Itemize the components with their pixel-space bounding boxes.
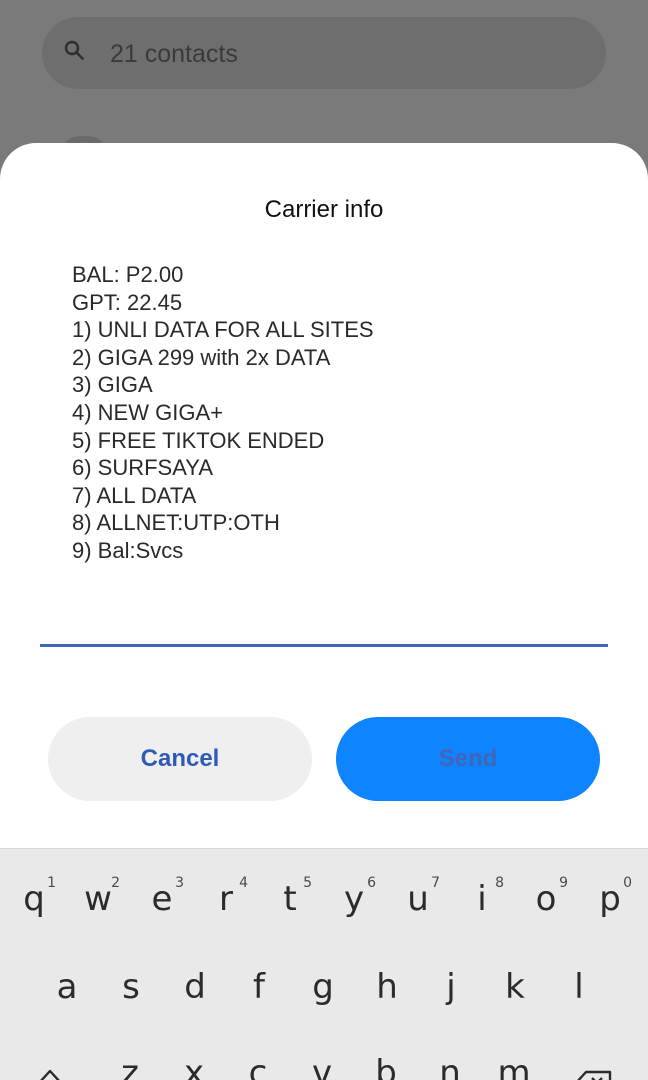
key-label: x — [183, 1053, 205, 1080]
keyboard-row-1: 1q 2w 3e 4r 5t 6y 7u 8i 9o 0p — [0, 857, 648, 937]
backspace-key[interactable] — [562, 1031, 626, 1080]
message-line: 9) Bal:Svcs — [72, 537, 184, 563]
message-line: 3) GIGA — [72, 372, 153, 398]
key-hint: 8 — [495, 875, 504, 891]
message-line: BAL: P2.00 — [72, 262, 184, 287]
key-hint: 9 — [559, 875, 568, 891]
key-label: o — [535, 879, 557, 919]
key-i[interactable]: 8i — [450, 857, 514, 937]
key-h[interactable]: h — [355, 945, 419, 1025]
key-a[interactable]: a — [35, 945, 99, 1025]
key-label: d — [184, 967, 206, 1007]
carrier-message: BAL: P2.00 GPT: 22.45 1) UNLI DATA FOR A… — [72, 261, 592, 565]
message-line: 5) FREE TIKTOK ENDED — [72, 427, 325, 453]
key-z[interactable]: z — [98, 1031, 162, 1080]
key-g[interactable]: g — [291, 945, 355, 1025]
key-j[interactable]: j — [419, 945, 483, 1025]
key-t[interactable]: 5t — [258, 857, 322, 937]
key-label: t — [283, 879, 297, 919]
key-p[interactable]: 0p — [578, 857, 642, 937]
key-u[interactable]: 7u — [386, 857, 450, 937]
key-label: u — [407, 879, 429, 919]
key-label: q — [23, 879, 45, 919]
key-label: e — [151, 879, 173, 919]
key-hint: 0 — [623, 875, 632, 891]
cancel-button[interactable]: Cancel — [48, 717, 312, 801]
message-line: 6) SURFSAYA — [72, 455, 213, 481]
key-s[interactable]: s — [99, 945, 163, 1025]
key-hint: 5 — [303, 875, 312, 891]
search-icon — [64, 40, 84, 60]
key-hint: 7 — [431, 875, 440, 891]
dialog-title: Carrier info — [264, 196, 384, 223]
screen: 21 contacts Carrier info BAL: P2.00 GPT:… — [0, 0, 648, 1080]
key-label: r — [219, 879, 233, 919]
key-label: j — [446, 967, 456, 1007]
key-e[interactable]: 3e — [130, 857, 194, 937]
key-v[interactable]: v — [290, 1031, 354, 1080]
message-line: 2) GIGA 299 with 2x DATA — [72, 344, 331, 370]
key-label: f — [253, 967, 265, 1007]
message-line: 4) NEW GIGA+ — [72, 399, 223, 425]
key-k[interactable]: k — [483, 945, 547, 1025]
key-l[interactable]: l — [547, 945, 611, 1025]
message-line: 8) ALLNET:UTP:OTH — [72, 510, 280, 536]
key-o[interactable]: 9o — [514, 857, 578, 937]
key-hint: 2 — [111, 875, 120, 891]
key-n[interactable]: n — [418, 1031, 482, 1080]
key-w[interactable]: 2w — [66, 857, 130, 937]
key-c[interactable]: c — [226, 1031, 290, 1080]
shift-key[interactable] — [18, 1031, 82, 1080]
key-label: g — [312, 967, 334, 1007]
key-q[interactable]: 1q — [2, 857, 66, 937]
key-label: w — [84, 879, 112, 919]
shift-arrow-icon — [40, 1069, 60, 1080]
key-x[interactable]: x — [162, 1031, 226, 1080]
key-label: l — [574, 967, 584, 1007]
key-label: s — [122, 967, 140, 1007]
key-label: m — [497, 1053, 531, 1080]
key-label: k — [505, 967, 525, 1007]
key-label: v — [311, 1053, 333, 1080]
key-label: p — [599, 879, 621, 919]
key-label: b — [375, 1053, 397, 1080]
message-line: 1) UNLI DATA FOR ALL SITES — [72, 317, 374, 343]
key-f[interactable]: f — [227, 945, 291, 1025]
key-label: c — [248, 1053, 268, 1080]
key-m[interactable]: m — [482, 1031, 546, 1080]
key-b[interactable]: b — [354, 1031, 418, 1080]
key-hint: 1 — [47, 875, 56, 891]
keyboard-row-3: z x c v b n m — [0, 1031, 648, 1080]
soft-keyboard: 1q 2w 3e 4r 5t 6y 7u 8i 9o 0p a s d f g … — [0, 848, 648, 1080]
key-label: n — [439, 1053, 461, 1080]
key-hint: 6 — [367, 875, 376, 891]
background-search-text: 21 contacts — [110, 40, 238, 68]
key-label: z — [121, 1053, 139, 1080]
keyboard-row-2: a s d f g h j k l — [0, 945, 648, 1025]
key-label: a — [56, 967, 78, 1007]
send-button[interactable]: Send — [336, 717, 600, 801]
key-label: i — [477, 879, 487, 919]
key-hint: 3 — [175, 875, 184, 891]
backspace-icon — [577, 1070, 612, 1080]
message-line: GPT: 22.45 — [72, 289, 183, 315]
carrier-info-dialog: Carrier info BAL: P2.00 GPT: 22.45 1) UN… — [0, 143, 648, 863]
key-hint: 4 — [239, 875, 248, 891]
key-label: h — [376, 967, 398, 1007]
key-y[interactable]: 6y — [322, 857, 386, 937]
key-d[interactable]: d — [163, 945, 227, 1025]
key-r[interactable]: 4r — [194, 857, 258, 937]
key-label: y — [343, 879, 365, 919]
message-line: 7) ALL DATA — [72, 482, 197, 508]
reply-input[interactable] — [40, 583, 608, 647]
